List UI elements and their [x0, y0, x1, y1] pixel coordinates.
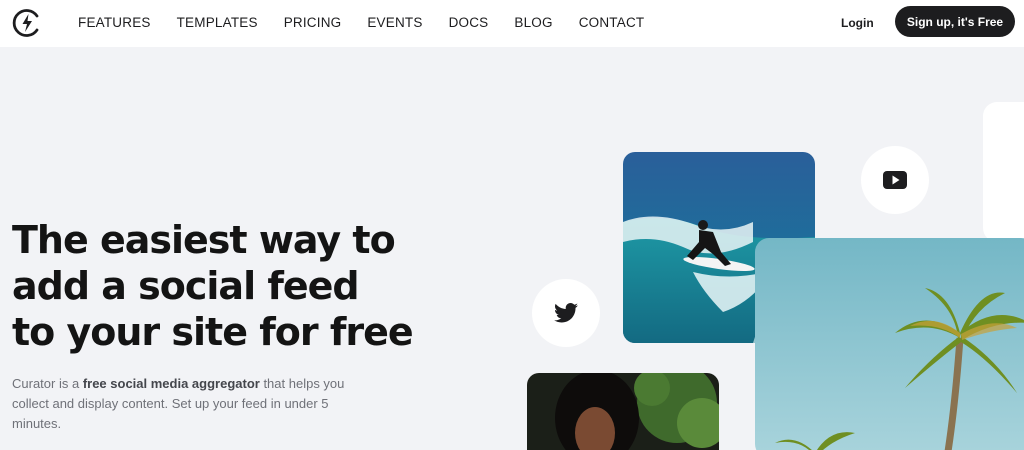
hero-description: Curator is a free social media aggregato… [12, 374, 372, 434]
headline-line-1: The easiest way to [12, 218, 396, 262]
nav-blog[interactable]: BLOG [514, 15, 552, 30]
top-nav: FEATURES TEMPLATES PRICING EVENTS DOCS B… [0, 0, 1024, 47]
feed-card-blank [983, 102, 1024, 242]
youtube-icon [883, 171, 907, 189]
palm-tree-image [755, 238, 1024, 450]
nav-templates[interactable]: TEMPLATES [177, 15, 258, 30]
youtube-button[interactable] [861, 146, 929, 214]
portrait-photo-card [527, 373, 719, 450]
hero-headline: The easiest way to add a social feed to … [12, 217, 432, 355]
nav-features[interactable]: FEATURES [78, 15, 151, 30]
twitter-button[interactable] [532, 279, 600, 347]
twitter-icon [554, 303, 578, 323]
description-prefix: Curator is a [12, 376, 83, 391]
headline-line-2: add a social feed [12, 264, 360, 308]
palm-photo-card [755, 238, 1024, 450]
nav-events[interactable]: EVENTS [367, 15, 422, 30]
nav-contact[interactable]: CONTACT [579, 15, 645, 30]
curator-logo-icon[interactable] [11, 7, 43, 39]
signup-button[interactable]: Sign up, it's Free [895, 6, 1015, 37]
nav-pricing[interactable]: PRICING [284, 15, 342, 30]
login-link[interactable]: Login [841, 16, 874, 30]
portrait-image [527, 373, 719, 450]
headline-line-3: to your site for free [12, 310, 414, 354]
nav-links: FEATURES TEMPLATES PRICING EVENTS DOCS B… [78, 15, 670, 30]
description-highlight: free social media aggregator [82, 376, 260, 391]
nav-docs[interactable]: DOCS [449, 15, 489, 30]
